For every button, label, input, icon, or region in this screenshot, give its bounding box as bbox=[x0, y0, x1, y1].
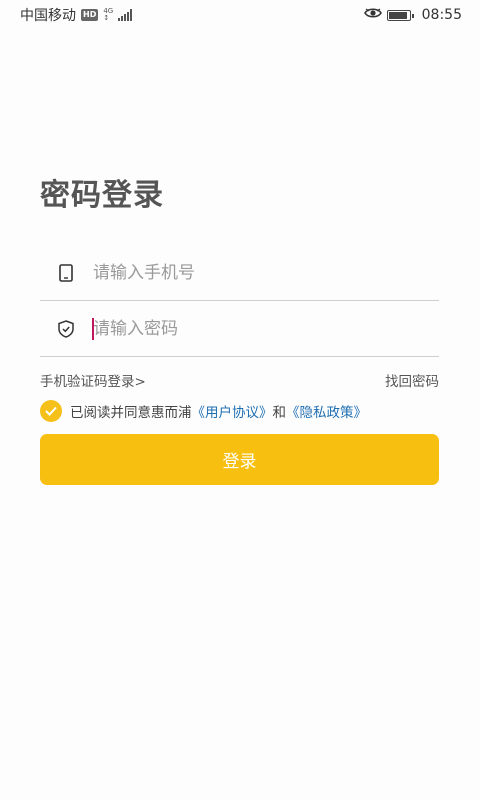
status-time: 08:55 bbox=[421, 7, 462, 23]
status-bar: 中国移动 HD 4G ↕ 08:55 bbox=[0, 0, 480, 30]
agreement-conjunction: 和 bbox=[272, 405, 287, 421]
shield-icon bbox=[56, 319, 76, 338]
battery-icon bbox=[386, 9, 414, 21]
text-cursor bbox=[92, 318, 94, 340]
agreement-text: 已阅读并同意惠而浦 bbox=[70, 405, 192, 421]
agreement-row: 已阅读并同意惠而浦 《用户协议》 和 《隐私政策》 bbox=[40, 400, 367, 422]
eye-icon bbox=[363, 7, 382, 23]
login-button[interactable]: 登录 bbox=[40, 434, 439, 485]
status-right: 08:55 bbox=[363, 7, 462, 23]
phone-field[interactable] bbox=[40, 245, 439, 301]
sms-login-link[interactable]: 手机验证码登录> bbox=[40, 370, 146, 390]
network-type: 4G ↕ bbox=[103, 8, 113, 22]
network-activity-icon: ↕ bbox=[103, 14, 110, 22]
password-field[interactable] bbox=[40, 301, 439, 357]
user-agreement-link[interactable]: 《用户协议》 bbox=[192, 401, 273, 421]
links-row: 手机验证码登录> 找回密码 bbox=[40, 370, 439, 390]
phone-icon bbox=[56, 263, 76, 282]
forgot-password-link[interactable]: 找回密码 bbox=[385, 370, 439, 390]
password-input[interactable] bbox=[93, 313, 393, 344]
check-icon bbox=[45, 406, 57, 416]
privacy-policy-link[interactable]: 《隐私政策》 bbox=[286, 401, 367, 421]
status-left: 中国移动 HD 4G ↕ bbox=[20, 5, 133, 25]
carrier-label: 中国移动 bbox=[20, 8, 76, 24]
battery-level bbox=[388, 11, 407, 19]
hd-badge: HD bbox=[81, 9, 99, 21]
page-title: 密码登录 bbox=[40, 178, 164, 213]
phone-input[interactable] bbox=[93, 257, 393, 288]
signal-icon bbox=[118, 9, 133, 21]
agree-checkbox[interactable] bbox=[40, 400, 62, 422]
